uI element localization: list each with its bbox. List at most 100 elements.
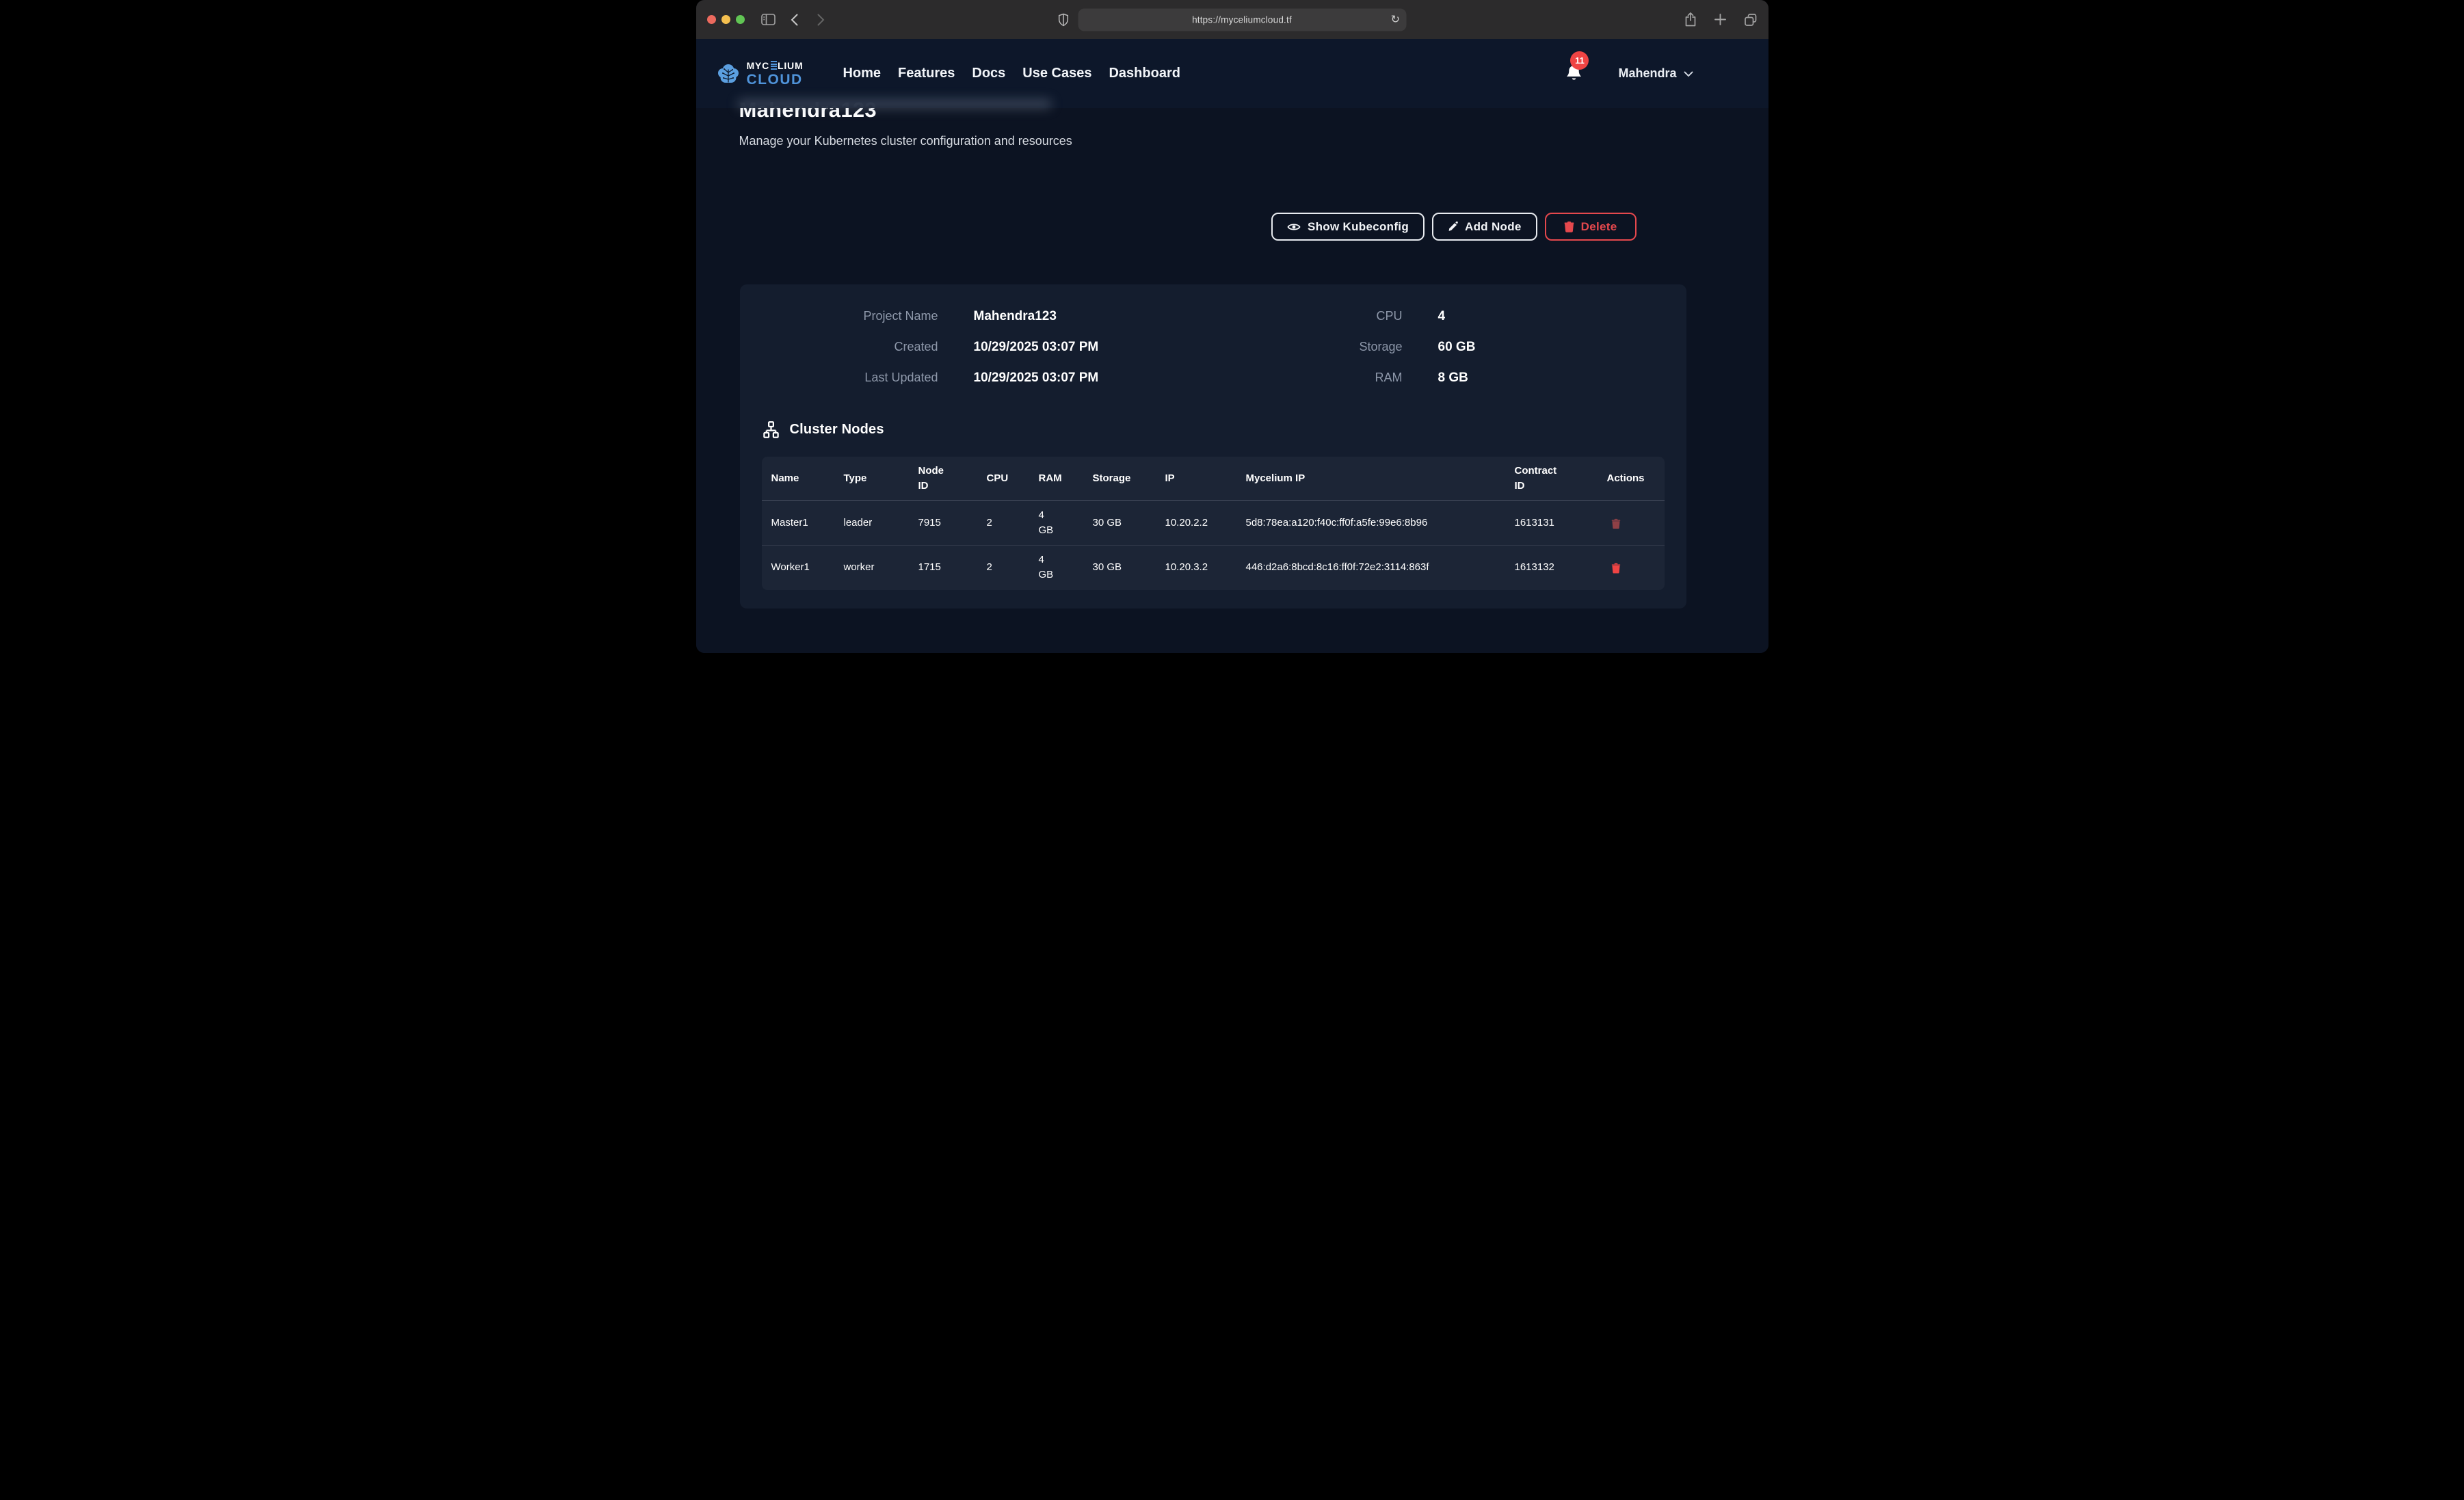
plus-icon [1714,14,1726,25]
mycelium-tree-icon [717,64,740,84]
trash-icon [1564,221,1574,232]
user-menu[interactable]: Mahendra [1618,66,1693,81]
col-actions: Actions [1598,464,1665,493]
info-value: Mahendra123 [974,309,1057,324]
reload-button[interactable]: ↻ [1391,13,1400,27]
privacy-shield-icon[interactable] [1058,13,1068,26]
share-button[interactable] [1684,12,1697,27]
traffic-lights [707,15,745,24]
cell-cpu: 2 [977,553,1029,582]
info-row-created: Created 10/29/2025 03:07 PM [762,332,1200,362]
sidebar-toggle-button[interactable] [761,14,776,25]
logo-line-cloud: CLOUD [747,72,804,87]
reload-icon: ↻ [1391,13,1400,27]
chevron-left-icon [791,14,798,26]
col-name: Name [762,464,834,493]
delete-label: Delete [1581,220,1617,234]
address-bar-group: https://myceliumcloud.tf ↻ [1058,8,1406,31]
cell-storage: 30 GB [1083,509,1156,537]
nav-link-use-cases[interactable]: Use Cases [1022,66,1091,81]
screenshot-stage: https://myceliumcloud.tf ↻ [696,0,1768,653]
cell-storage: 30 GB [1083,553,1156,582]
info-value: 10/29/2025 03:07 PM [974,371,1099,386]
info-label: Project Name [762,309,938,323]
delete-node-button-master1[interactable] [1607,517,1621,529]
nav-link-features[interactable]: Features [898,66,955,81]
info-label: Last Updated [762,371,938,385]
info-value: 60 GB [1438,340,1476,355]
info-row-last-updated: Last Updated 10/29/2025 03:07 PM [762,362,1200,393]
info-value: 8 GB [1438,371,1468,386]
nav-link-home[interactable]: Home [843,66,881,81]
logo-line-mycelium: MYCLIUM [747,61,804,70]
back-button[interactable] [791,14,798,26]
cluster-nodes-header: Cluster Nodes [762,420,1665,439]
cluster-info-right: CPU 4 Storage 60 GB RAM 8 GB [1200,301,1476,393]
page-subtitle: Manage your Kubernetes cluster configura… [739,134,1072,148]
cell-mycelium-ip: 5d8:78ea:a120:f40c:ff0f:a5fe:99e6:8b96 [1236,509,1505,537]
col-type: Type [834,464,909,493]
info-value: 10/29/2025 03:07 PM [974,340,1099,355]
col-cpu: CPU [977,464,1029,493]
page-content: Mahendra123 Manage your Kubernetes clust… [696,39,1768,653]
cell-ram: 4 GB [1029,546,1083,589]
nav-link-docs[interactable]: Docs [972,66,1005,81]
info-label: Storage [1200,340,1403,354]
logo-wordmark: MYCLIUM CLOUD [747,61,804,87]
info-value: 4 [1438,309,1446,324]
cell-node-id: 1715 [909,553,977,582]
info-label: RAM [1200,371,1403,385]
add-node-label: Add Node [1465,220,1522,234]
share-icon [1684,12,1697,27]
toolbar-right-actions [1684,12,1758,27]
notifications-button[interactable]: 11 [1565,64,1582,83]
cell-ram: 4 GB [1029,501,1083,545]
cluster-details-card: Project Name Mahendra123 Created 10/29/2… [740,284,1686,608]
address-bar[interactable]: https://myceliumcloud.tf ↻ [1078,8,1406,31]
nodes-table: Name Type Node ID CPU RAM Storage IP Myc… [762,457,1665,590]
col-node-id: Node ID [909,457,977,500]
cluster-info-left: Project Name Mahendra123 Created 10/29/2… [762,301,1200,393]
user-name: Mahendra [1618,66,1676,81]
stylized-e-icon [771,61,777,70]
info-label: Created [762,340,938,354]
cell-contract-id: 1613131 [1505,509,1598,537]
nodes-table-header: Name Type Node ID CPU RAM Storage IP Myc… [762,457,1665,501]
col-storage: Storage [1083,464,1156,493]
info-row-storage: Storage 60 GB [1200,332,1476,362]
delete-node-button-worker1[interactable] [1607,561,1621,574]
info-row-project-name: Project Name Mahendra123 [762,301,1200,332]
cell-type: worker [834,553,909,582]
minimize-window-button[interactable] [721,15,730,24]
info-row-cpu: CPU 4 [1200,301,1476,332]
cell-contract-id: 1613132 [1505,553,1598,582]
main-nav: Home Features Docs Use Cases Dashboard [843,66,1180,81]
cell-node-id: 7915 [909,509,977,537]
new-tab-button[interactable] [1714,14,1726,25]
browser-window: https://myceliumcloud.tf ↻ [696,0,1768,653]
browser-toolbar: https://myceliumcloud.tf ↻ [696,0,1768,39]
hierarchy-icon [762,420,780,439]
show-kubeconfig-button[interactable]: Show Kubeconfig [1271,213,1425,241]
delete-cluster-button[interactable]: Delete [1545,213,1637,241]
eye-icon [1287,222,1301,232]
col-mycelium-ip: Mycelium IP [1236,464,1505,493]
info-row-ram: RAM 8 GB [1200,362,1476,393]
zoom-window-button[interactable] [736,15,745,24]
close-window-button[interactable] [707,15,716,24]
show-kubeconfig-label: Show Kubeconfig [1308,220,1409,234]
add-node-button[interactable]: Add Node [1432,213,1537,241]
mycelium-cloud-logo[interactable]: MYCLIUM CLOUD [717,61,804,87]
sidebar-icon [761,14,776,25]
cell-cpu: 2 [977,509,1029,537]
node-row-worker1: Worker1 worker 1715 2 4 GB 30 GB 10.20.3… [762,546,1665,590]
navbar-right: 11 Mahendra [1565,64,1747,83]
col-ram: RAM [1029,464,1083,493]
nav-link-dashboard[interactable]: Dashboard [1109,66,1180,81]
history-nav [791,14,825,26]
notification-count-badge: 11 [1570,51,1589,70]
tab-overview-button[interactable] [1744,13,1758,27]
forward-button[interactable] [817,14,825,26]
pencil-icon [1448,222,1458,232]
cell-name: Worker1 [762,553,834,582]
